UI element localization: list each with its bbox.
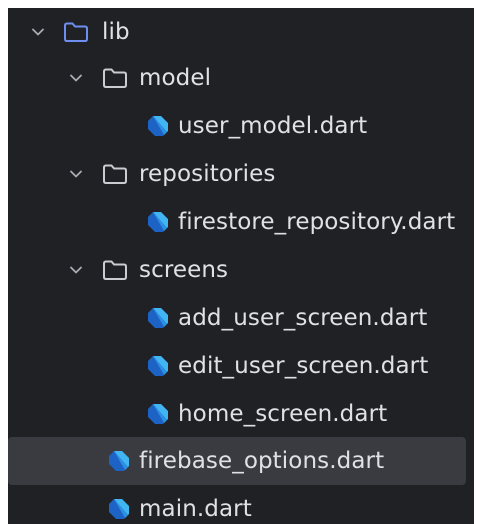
folder-icon	[101, 66, 129, 90]
folder-icon	[101, 258, 129, 282]
tree-item-edit-user-screen[interactable]: edit_user_screen.dart	[8, 342, 474, 390]
chevron-down-icon[interactable]	[66, 260, 86, 280]
tree-item-lib[interactable]: lib	[8, 8, 474, 56]
tree-item-add-user-screen[interactable]: add_user_screen.dart	[8, 294, 474, 342]
tree-item-label: model	[139, 65, 212, 91]
tree-item-label: lib	[102, 19, 130, 45]
tree-item-main[interactable]: main.dart	[8, 485, 474, 524]
dart-file-icon	[146, 210, 170, 234]
chevron-down-icon[interactable]	[66, 164, 86, 184]
tree-item-label: screens	[139, 257, 229, 283]
tree-item-label: user_model.dart	[178, 113, 368, 139]
tree-item-model[interactable]: model	[8, 54, 474, 102]
dart-file-icon	[146, 354, 170, 378]
dart-file-icon	[146, 306, 170, 330]
dart-file-icon	[107, 497, 131, 521]
tree-item-label: repositories	[139, 161, 276, 187]
tree-item-label: add_user_screen.dart	[178, 305, 428, 331]
folder-icon	[62, 20, 90, 44]
dart-file-icon	[146, 114, 170, 138]
tree-item-label: main.dart	[139, 496, 252, 522]
dart-file-icon	[107, 449, 131, 473]
tree-item-label: edit_user_screen.dart	[178, 353, 429, 379]
folder-icon	[101, 162, 129, 186]
tree-item-screens[interactable]: screens	[8, 246, 474, 294]
tree-item-label: firebase_options.dart	[139, 448, 385, 474]
chevron-down-icon[interactable]	[66, 68, 86, 88]
chevron-down-icon[interactable]	[28, 22, 48, 42]
tree-item-home-screen[interactable]: home_screen.dart	[8, 390, 474, 438]
tree-item-firestore-repository[interactable]: firestore_repository.dart	[8, 198, 474, 246]
tree-item-label: home_screen.dart	[178, 401, 388, 427]
tree-item-repositories[interactable]: repositories	[8, 150, 474, 198]
dart-file-icon	[146, 402, 170, 426]
tree-item-label: firestore_repository.dart	[178, 209, 456, 235]
tree-item-firebase-options[interactable]: firebase_options.dart	[8, 437, 466, 485]
project-tree-panel: lib model user_model.dart repositories f…	[8, 8, 474, 524]
tree-item-user-model[interactable]: user_model.dart	[8, 102, 474, 150]
